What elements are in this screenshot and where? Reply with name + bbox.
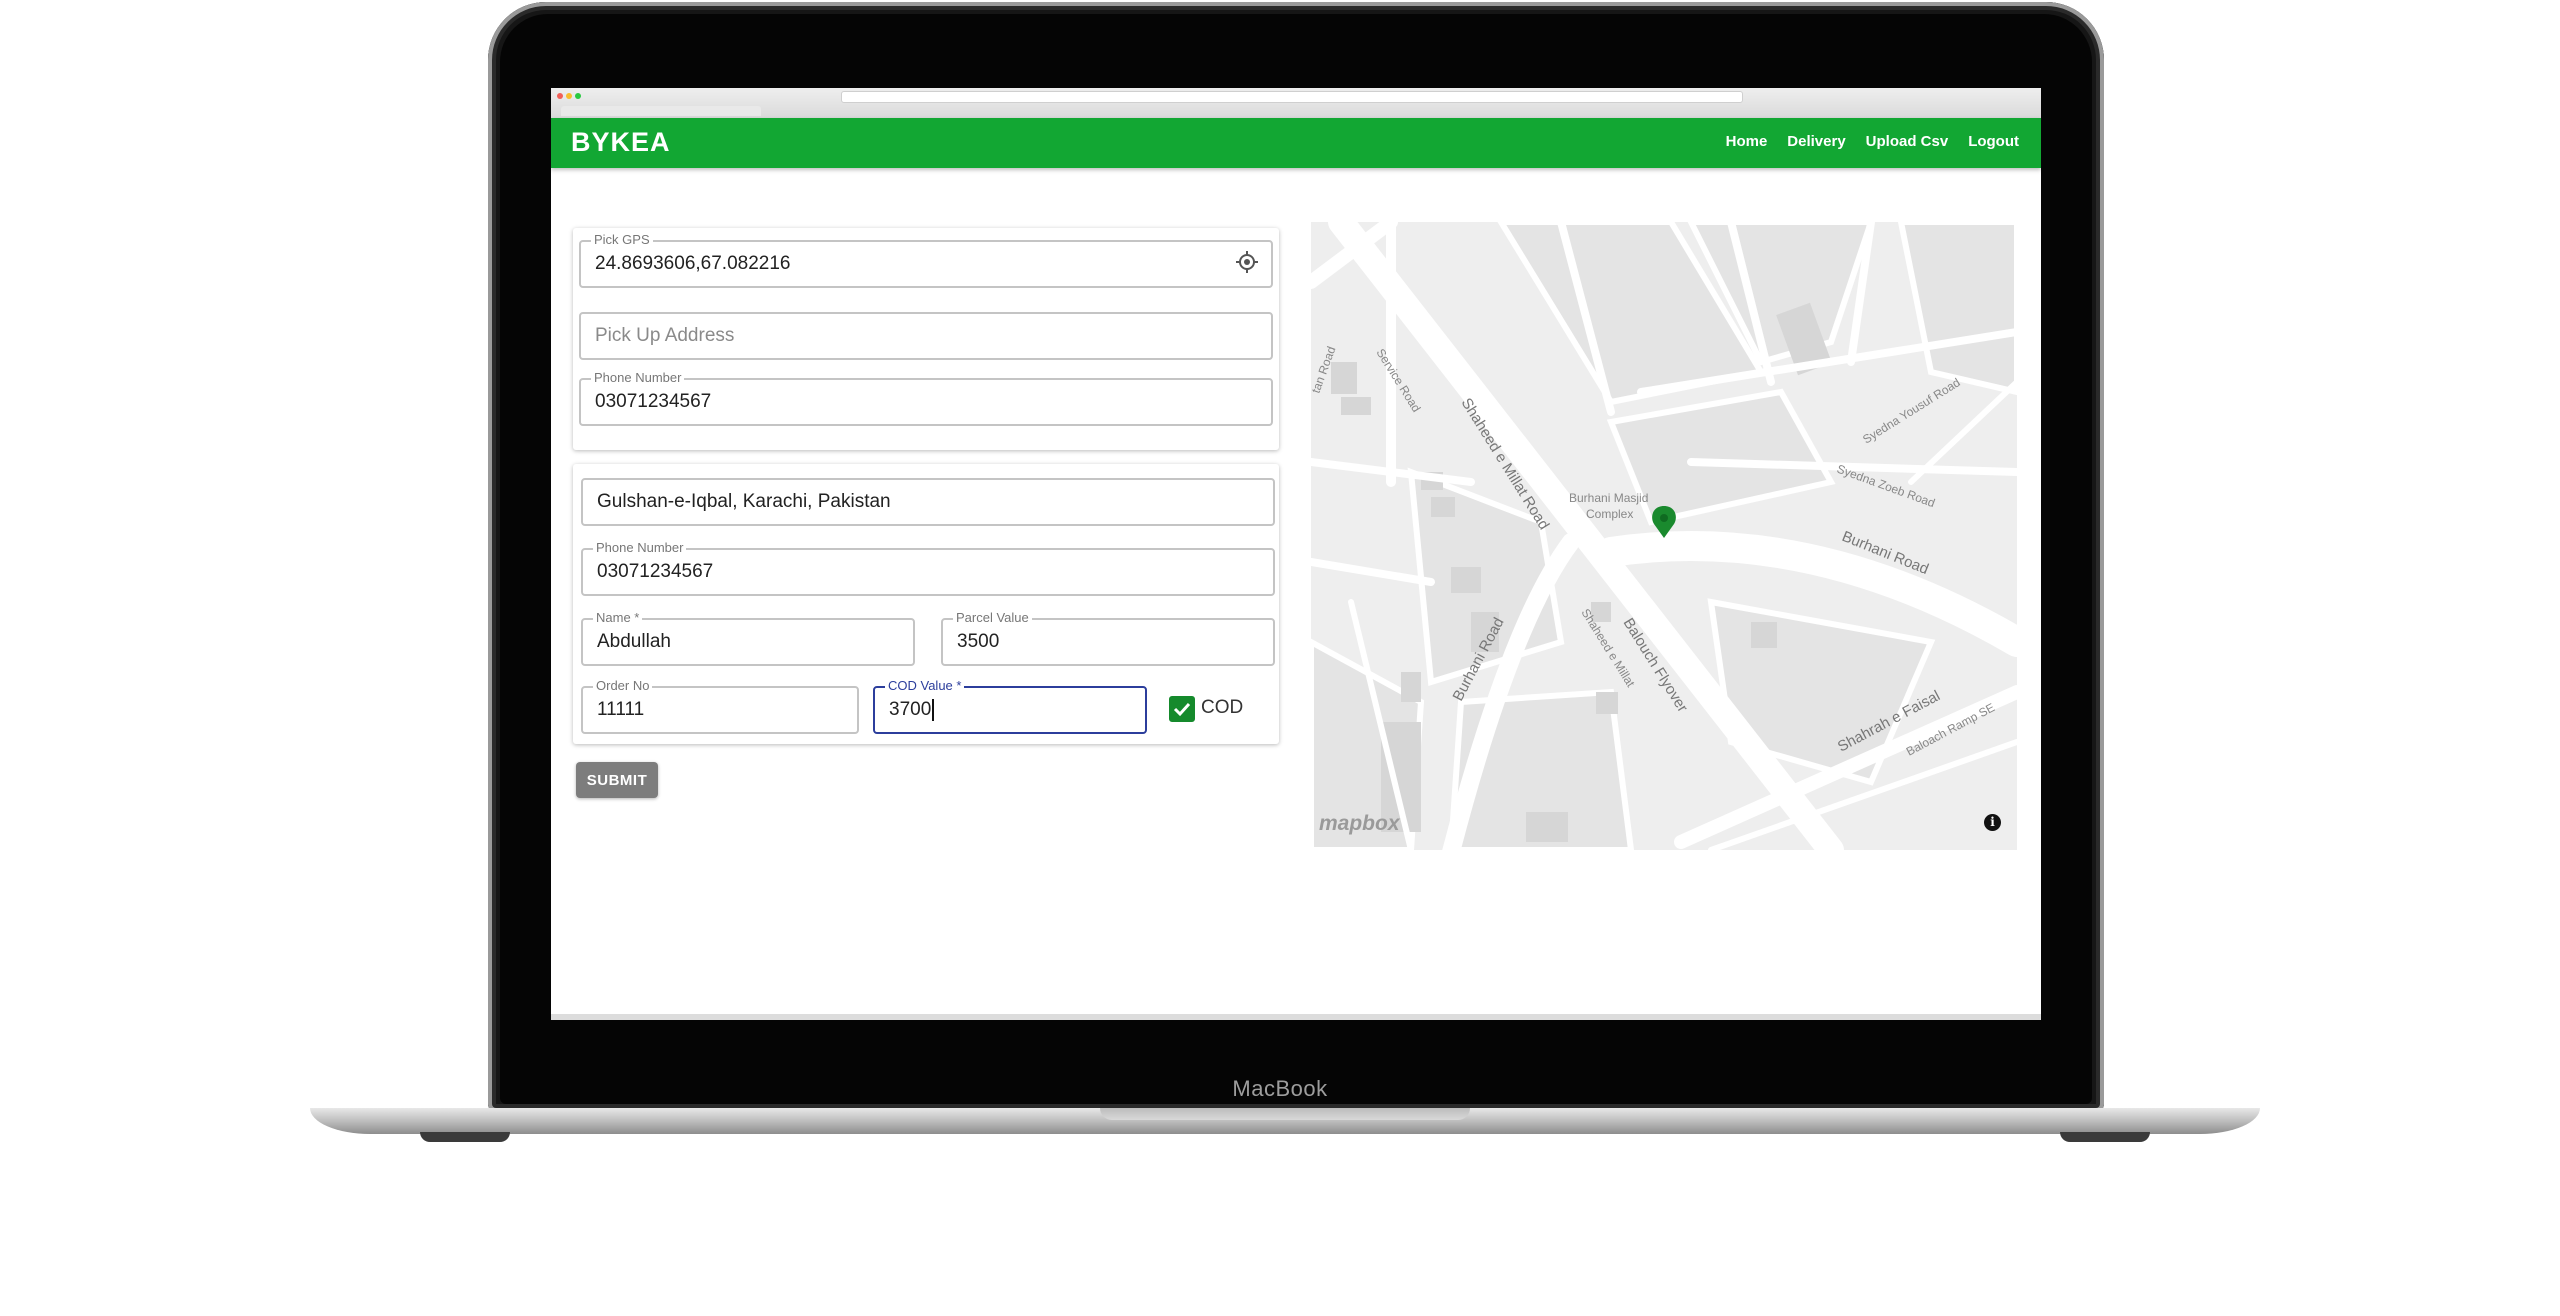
cod-value-value: 3700 [889, 688, 935, 732]
browser-tab[interactable] [561, 106, 761, 116]
map-canvas: Shaheed e Millat Road Service Road tan R… [1311, 222, 2017, 850]
pickup-card: Pick GPS 24.8693606,67.082216 Pick Up Ad… [573, 228, 1279, 450]
map-view[interactable]: Shaheed e Millat Road Service Road tan R… [1311, 222, 2017, 850]
map-info-icon[interactable]: i [1984, 814, 2001, 831]
parcel-value-field[interactable]: Parcel Value 3500 [941, 610, 1275, 666]
pickup-phone-value: 03071234567 [595, 391, 712, 412]
minimize-window-dot[interactable] [566, 93, 572, 99]
address-bar[interactable] [841, 91, 1743, 103]
dropoff-phone-field[interactable]: Phone Number 03071234567 [581, 540, 1275, 596]
cod-checkbox[interactable] [1169, 696, 1195, 722]
text-caret [932, 699, 935, 721]
dropoff-address-value: Gulshan-e-Iqbal, Karachi, Pakistan [597, 491, 891, 512]
order-no-value: 11111 [597, 699, 645, 720]
screen: BYKEA Home Delivery Upload Csv Logout Pi… [551, 88, 2041, 1020]
submit-button[interactable]: SUBMIT [576, 762, 658, 798]
maximize-window-dot[interactable] [575, 93, 581, 99]
device-brand: MacBook [1232, 1076, 1328, 1101]
dropoff-address-field[interactable]: Gulshan-e-Iqbal, Karachi, Pakistan [581, 478, 1275, 526]
laptop-notch [1100, 1108, 1470, 1120]
nav-upload-csv-link[interactable]: Upload Csv [1866, 133, 1949, 150]
order-no-field[interactable]: Order No 11111 [581, 678, 859, 734]
close-window-dot[interactable] [557, 93, 563, 99]
checkmark-icon [1171, 698, 1193, 720]
cod-value-field[interactable]: COD Value * 3700 [873, 678, 1147, 734]
screen-bottom-edge [551, 1014, 2041, 1020]
name-field[interactable]: Name * Abdullah [581, 610, 915, 666]
cod-checkbox-label: COD [1201, 697, 1244, 718]
name-value: Abdullah [597, 631, 671, 652]
dropoff-phone-value: 03071234567 [597, 561, 714, 582]
bykea-logo[interactable]: BYKEA [571, 127, 671, 158]
browser-chrome [551, 88, 2041, 119]
nav-home-link[interactable]: Home [1726, 133, 1768, 150]
laptop-foot [2060, 1132, 2150, 1142]
pickup-address-placeholder: Pick Up Address [595, 325, 735, 346]
pickup-phone-field[interactable]: Phone Number 03071234567 [579, 370, 1273, 426]
map-label-complex: Complex [1586, 507, 1633, 521]
pick-gps-value: 24.8693606,67.082216 [595, 253, 791, 274]
nav-links: Home Delivery Upload Csv Logout [1726, 133, 2019, 150]
mapbox-logo[interactable]: mapbox [1319, 812, 1400, 836]
pick-gps-field[interactable]: Pick GPS 24.8693606,67.082216 [579, 232, 1273, 288]
navbar: BYKEA Home Delivery Upload Csv Logout [551, 118, 2041, 168]
nav-delivery-link[interactable]: Delivery [1787, 133, 1845, 150]
pickup-address-input[interactable]: Pick Up Address [579, 312, 1273, 360]
parcel-value-value: 3500 [957, 631, 1000, 652]
map-label-burhani-masjid: Burhani Masjid [1569, 491, 1648, 505]
nav-logout-link[interactable]: Logout [1968, 133, 2019, 150]
gps-locate-icon[interactable] [1235, 250, 1259, 274]
laptop-foot [420, 1132, 510, 1142]
